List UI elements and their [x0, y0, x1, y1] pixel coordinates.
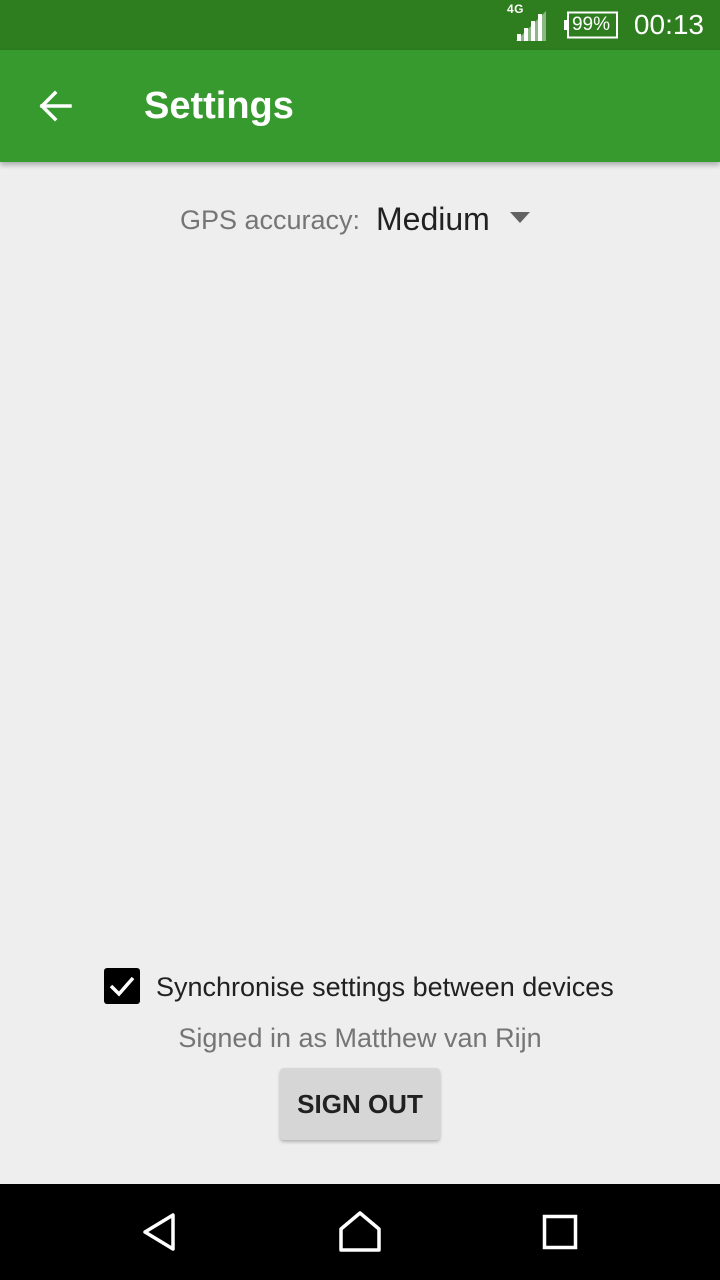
back-button[interactable] [24, 74, 88, 138]
nav-home-icon [339, 1211, 381, 1252]
signed-in-text: Signed in as Matthew van Rijn [178, 1023, 542, 1053]
sync-label: Synchronise settings between devices [156, 972, 614, 1002]
navigation-bar [0, 1184, 720, 1280]
arrow-left-icon [39, 90, 72, 122]
gps-accuracy-label: GPS accuracy: [180, 205, 361, 235]
signal-icon [516, 11, 546, 41]
sign-out-button[interactable]: SIGN OUT [280, 1068, 440, 1140]
gps-accuracy-value: Medium [376, 201, 490, 237]
clock: 00:13 [633, 9, 704, 40]
sync-checkbox[interactable] [104, 968, 140, 1004]
nav-recents-button[interactable] [528, 1200, 592, 1264]
page-title: Settings [144, 85, 294, 127]
battery-level: 99% [571, 14, 611, 35]
nav-recents-icon [542, 1214, 578, 1250]
settings-screen: 4G 99% 00:13 Settings GPS accuracy: Medi… [0, 0, 720, 1280]
gps-accuracy-row: GPS accuracy: Medium [0, 196, 720, 244]
status-bar: 4G 99% 00:13 [0, 0, 720, 50]
gps-accuracy-dropdown[interactable]: Medium [370, 196, 540, 244]
nav-back-button[interactable] [128, 1200, 192, 1264]
checkmark-icon [109, 976, 135, 997]
app-bar: Settings [0, 50, 720, 162]
nav-back-icon [143, 1213, 175, 1251]
nav-home-button[interactable] [328, 1200, 392, 1264]
dropdown-arrow-icon [510, 212, 530, 223]
